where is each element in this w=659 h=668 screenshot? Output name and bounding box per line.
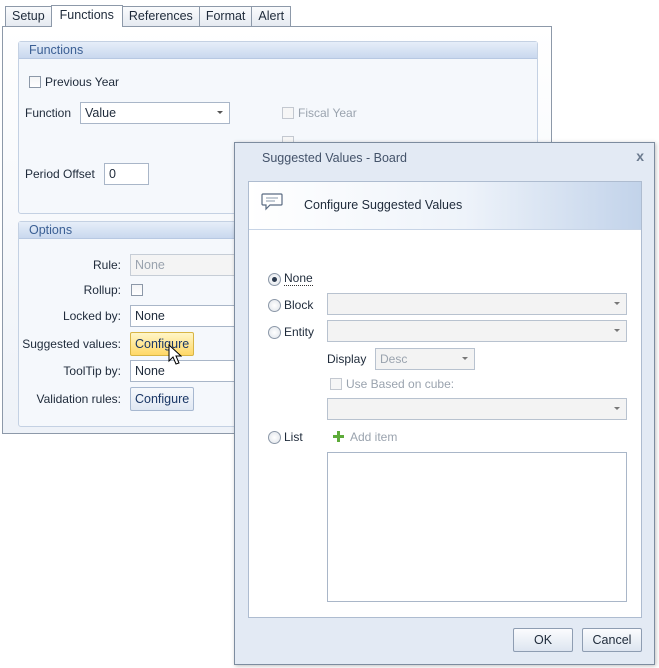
period-offset-input[interactable]: 0 bbox=[104, 163, 149, 185]
suggested-values-configure-button[interactable]: Configure bbox=[130, 332, 195, 356]
entity-select[interactable] bbox=[327, 320, 627, 342]
radio-none[interactable] bbox=[268, 273, 281, 286]
validation-rules-configure-button[interactable]: Configure bbox=[130, 387, 195, 411]
plus-icon[interactable] bbox=[333, 431, 344, 442]
tooltip-by-label: ToolTip by: bbox=[63, 364, 121, 378]
fiscal-year-checkbox[interactable] bbox=[282, 107, 294, 119]
chevron-down-icon bbox=[614, 302, 620, 305]
suggested-values-label: Suggested values: bbox=[22, 337, 121, 351]
previous-year-label: Previous Year bbox=[45, 75, 120, 89]
locked-by-label: Locked by: bbox=[62, 309, 121, 323]
period-offset-label: Period Offset bbox=[25, 167, 95, 181]
dialog-title: Suggested Values - Board bbox=[262, 151, 408, 165]
tab-alert[interactable]: Alert bbox=[251, 6, 292, 27]
block-select[interactable] bbox=[327, 293, 627, 315]
tab-strip: Setup Functions References Format Alert bbox=[5, 5, 292, 27]
locked-by-field[interactable]: None bbox=[130, 305, 240, 327]
radio-entity[interactable] bbox=[268, 326, 281, 339]
function-select[interactable]: Value bbox=[80, 102, 230, 124]
speech-bubble-icon bbox=[261, 193, 283, 211]
cube-select[interactable] bbox=[327, 398, 627, 420]
add-item-link[interactable]: Add item bbox=[350, 430, 397, 444]
suggested-values-dialog: Suggested Values - Board x Configure Sug… bbox=[234, 142, 655, 665]
tab-references[interactable]: References bbox=[121, 6, 200, 27]
previous-year-checkbox[interactable] bbox=[29, 76, 41, 88]
dialog-banner: Configure Suggested Values bbox=[249, 182, 641, 230]
dialog-content: Configure Suggested Values None Block En… bbox=[248, 181, 642, 618]
banner-title: Configure Suggested Values bbox=[304, 198, 463, 212]
display-label: Display bbox=[327, 352, 367, 366]
radio-block-label: Block bbox=[284, 298, 314, 312]
tab-format[interactable]: Format bbox=[198, 6, 253, 27]
fiscal-year-label: Fiscal Year bbox=[298, 106, 357, 120]
display-select-value: Desc bbox=[380, 352, 408, 366]
validation-rules-label: Validation rules: bbox=[36, 392, 122, 406]
rollup-label: Rollup: bbox=[83, 283, 121, 297]
tab-setup[interactable]: Setup bbox=[5, 6, 52, 27]
cancel-button[interactable]: Cancel bbox=[582, 628, 642, 652]
list-items-box[interactable] bbox=[327, 452, 627, 602]
rollup-checkbox[interactable] bbox=[131, 284, 143, 296]
chevron-down-icon bbox=[462, 357, 468, 360]
chevron-down-icon bbox=[614, 329, 620, 332]
tooltip-by-field[interactable]: None bbox=[130, 360, 240, 382]
close-icon[interactable]: x bbox=[636, 148, 644, 164]
functions-group-header: Functions bbox=[19, 42, 537, 59]
rule-field[interactable]: None bbox=[130, 254, 240, 276]
tab-functions[interactable]: Functions bbox=[50, 5, 123, 27]
ok-button[interactable]: OK bbox=[513, 628, 573, 652]
radio-block[interactable] bbox=[268, 299, 281, 312]
mouse-pointer-icon bbox=[168, 344, 182, 365]
function-select-value: Value bbox=[85, 106, 117, 120]
chevron-down-icon bbox=[614, 407, 620, 410]
radio-entity-label: Entity bbox=[284, 325, 315, 339]
display-select[interactable]: Desc bbox=[375, 348, 475, 370]
function-label: Function bbox=[25, 106, 72, 120]
rule-label: Rule: bbox=[92, 258, 121, 272]
radio-none-label: None bbox=[284, 271, 313, 286]
use-based-on-cube-label: Use Based on cube: bbox=[346, 377, 455, 391]
use-based-on-cube-checkbox[interactable] bbox=[330, 378, 342, 390]
radio-list[interactable] bbox=[268, 431, 281, 444]
radio-list-label: List bbox=[284, 430, 303, 444]
chevron-down-icon bbox=[217, 111, 223, 114]
